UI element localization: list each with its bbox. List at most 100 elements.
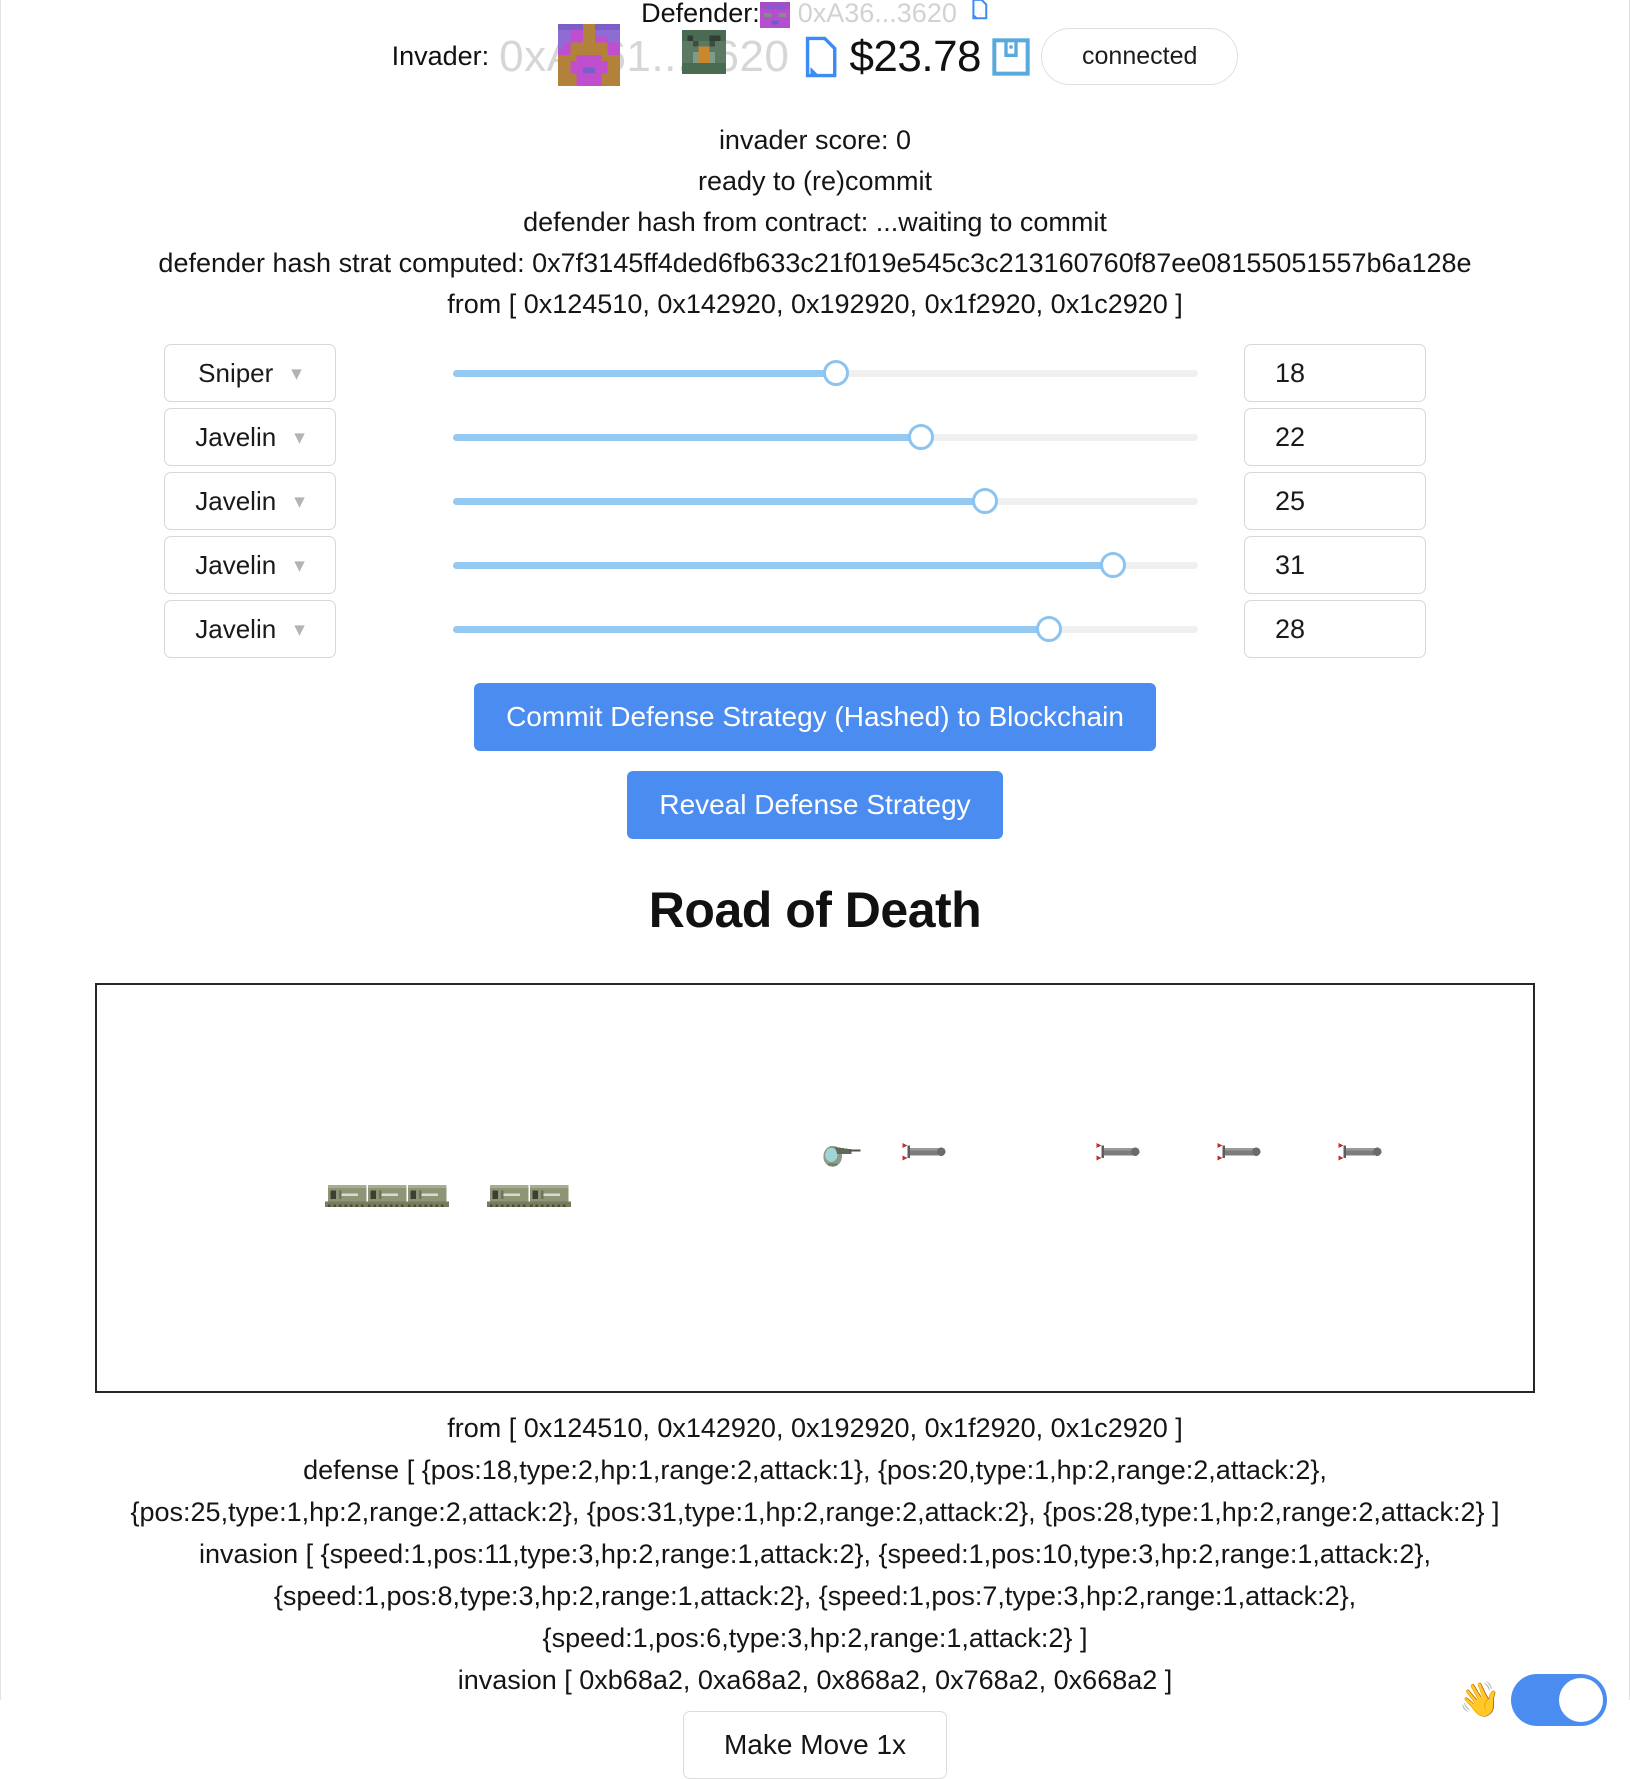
defense-strategy-rows: Sniper ▾ 18 Javelin ▾ 22 Javelin ▾ 25 Javelin ▾ 31 J… <box>1 341 1629 661</box>
log-invasion-line-2: {speed:1,pos:8,type:3,hp:2,range:1,attac… <box>273 1581 1357 1611</box>
commit-state: ready to (re)commit <box>697 166 933 196</box>
commit-strategy-button[interactable]: Commit Defense Strategy (Hashed) to Bloc… <box>474 683 1156 751</box>
tank-sprite <box>365 1185 409 1215</box>
defender-label: Defender: <box>641 0 760 28</box>
chevron-down-icon: ▾ <box>294 617 305 641</box>
unit-select-4[interactable]: Javelin ▾ <box>164 600 336 658</box>
log-defense-line-1: defense [ {pos:18,type:2,hp:1,range:2,at… <box>303 1455 1327 1485</box>
unit-select-2[interactable]: Javelin ▾ <box>164 472 336 530</box>
wave-emoji: 👋 <box>1458 1681 1501 1719</box>
position-slider-3[interactable] <box>453 552 1198 578</box>
invader-avatar-small <box>682 30 726 74</box>
position-input-0[interactable]: 18 <box>1244 344 1426 402</box>
position-slider-4[interactable] <box>453 616 1198 642</box>
position-input-4[interactable]: 28 <box>1244 600 1426 658</box>
unit-select-1[interactable]: Javelin ▾ <box>164 408 336 466</box>
position-value: 31 <box>1275 549 1306 580</box>
unit-select-label: Javelin <box>195 613 277 644</box>
slider-track <box>453 488 1198 514</box>
position-input-1[interactable]: 22 <box>1244 408 1426 466</box>
invader-avatar-large <box>558 24 620 86</box>
chevron-down-icon: ▾ <box>294 553 305 577</box>
unit-select-label: Javelin <box>195 421 277 452</box>
slider-track <box>453 552 1198 578</box>
log-from-line: from [ 0x124510, 0x142920, 0x192920, 0x1… <box>447 1413 1183 1443</box>
contract-hash: defender hash from contract: ...waiting … <box>523 207 1107 237</box>
log-invasion-line-3: {speed:1,pos:6,type:3,hp:2,range:1,attac… <box>542 1623 1088 1653</box>
board-container <box>1 983 1629 1393</box>
slider-track <box>453 360 1198 386</box>
javelin-sprite <box>1215 1143 1265 1168</box>
unit-select-label: Javelin <box>195 485 277 516</box>
position-input-2[interactable]: 25 <box>1244 472 1426 530</box>
connection-status-badge[interactable]: connected <box>1041 28 1239 85</box>
copy-icon[interactable] <box>967 0 989 22</box>
strategy-from-line: from [ 0x124510, 0x142920, 0x192920, 0x1… <box>447 289 1183 319</box>
board-title: Road of Death <box>648 882 982 938</box>
log-invasion-line-1: invasion [ {speed:1,pos:11,type:3,hp:2,r… <box>199 1539 1431 1569</box>
toggle-knob <box>1559 1678 1603 1722</box>
log-panel: from [ 0x124510, 0x142920, 0x192920, 0x1… <box>1 1407 1629 1779</box>
slider-fill <box>453 369 837 377</box>
chat-toggle[interactable] <box>1511 1674 1607 1726</box>
defender-row: Defender: 0xA36...3620 <box>1 0 1629 30</box>
slider-fill <box>453 433 922 441</box>
defender-address: 0xA36...3620 <box>797 0 957 28</box>
status-panel: invader score: 0 ready to (re)commit def… <box>1 118 1629 325</box>
position-value: 22 <box>1275 421 1306 452</box>
javelin-sprite <box>900 1143 950 1168</box>
unit-select-3[interactable]: Javelin ▾ <box>164 536 336 594</box>
tank-sprite <box>487 1185 531 1215</box>
commit-button-row: Commit Defense Strategy (Hashed) to Bloc… <box>1 661 1629 751</box>
position-slider-0[interactable] <box>453 360 1198 386</box>
position-input-3[interactable]: 31 <box>1244 536 1426 594</box>
strategy-row: Javelin ▾ 31 <box>1 533 1629 597</box>
game-board[interactable] <box>95 983 1535 1393</box>
slider-thumb[interactable] <box>1099 552 1126 578</box>
chevron-down-icon: ▾ <box>294 489 305 513</box>
chevron-down-icon: ▾ <box>291 361 302 385</box>
invader-row: Invader: 0xA361...3620 $23.78 connected <box>1 28 1629 85</box>
unit-select-label: Javelin <box>195 549 277 580</box>
slider-thumb[interactable] <box>823 360 850 386</box>
position-value: 28 <box>1275 613 1306 644</box>
reveal-button-row: Reveal Defense Strategy <box>1 751 1629 839</box>
sniper-sprite <box>821 1140 863 1173</box>
slider-thumb[interactable] <box>1036 616 1062 642</box>
slider-thumb[interactable] <box>972 488 999 514</box>
tank-sprite <box>527 1185 571 1215</box>
app-root: Defender: 0xA36...3620 Invader: 0xA361..… <box>0 0 1630 1779</box>
javelin-sprite <box>1336 1143 1386 1168</box>
reveal-strategy-button[interactable]: Reveal Defense Strategy <box>627 771 1003 839</box>
unit-select-label: Sniper <box>198 357 274 388</box>
invader-score: invader score: 0 <box>718 125 912 155</box>
make-move-row: Make Move 1x <box>1 1701 1629 1779</box>
invader-address: 0xA361...3620 <box>499 31 790 81</box>
tank-sprite <box>405 1185 449 1215</box>
unit-select-0[interactable]: Sniper ▾ <box>164 344 336 402</box>
strategy-row: Javelin ▾ 22 <box>1 405 1629 469</box>
chevron-down-icon: ▾ <box>294 425 305 449</box>
log-invasion-hashes: invasion [ 0xb68a2, 0xa68a2, 0x868a2, 0x… <box>457 1665 1173 1695</box>
strategy-row: Javelin ▾ 25 <box>1 469 1629 533</box>
wallet-balance: $23.78 <box>849 31 982 81</box>
make-move-button[interactable]: Make Move 1x <box>682 1711 948 1779</box>
wallet-header: Defender: 0xA36...3620 Invader: 0xA361..… <box>1 0 1629 118</box>
position-value: 18 <box>1275 357 1306 388</box>
computed-hash: defender hash strat computed: 0x7f3145ff… <box>158 248 1472 278</box>
strategy-row: Sniper ▾ 18 <box>1 341 1629 405</box>
slider-fill <box>453 561 1113 569</box>
floating-widget: 👋 <box>1459 1674 1607 1726</box>
copy-icon[interactable] <box>799 35 839 79</box>
log-defense-line-2: {pos:25,type:1,hp:2,range:2,attack:2}, {… <box>130 1497 1500 1527</box>
position-slider-1[interactable] <box>453 424 1198 450</box>
slider-track <box>453 424 1198 450</box>
position-value: 25 <box>1275 485 1306 516</box>
javelin-sprite <box>1094 1143 1144 1168</box>
tank-sprite <box>325 1185 369 1215</box>
slider-thumb[interactable] <box>908 424 935 450</box>
invader-label: Invader: <box>391 41 490 71</box>
slider-track <box>453 616 1198 642</box>
position-slider-2[interactable] <box>453 488 1198 514</box>
save-disk-icon[interactable] <box>991 37 1031 77</box>
